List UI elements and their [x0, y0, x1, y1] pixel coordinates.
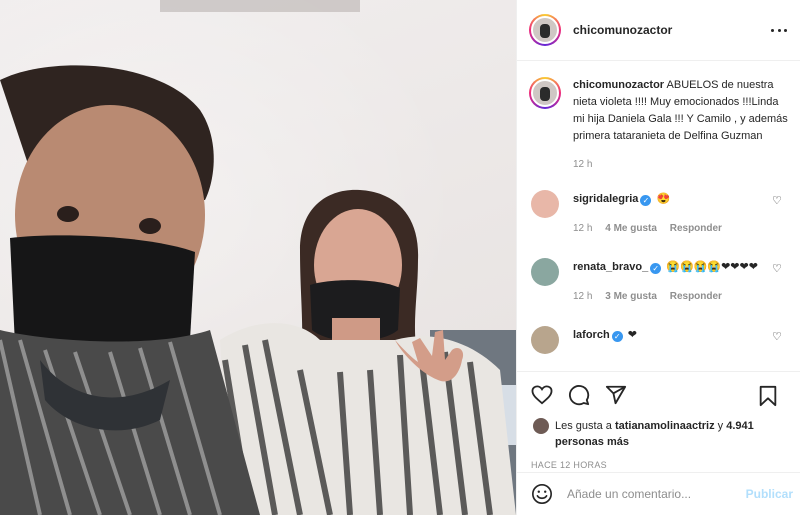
- comment-input[interactable]: Añade un comentario...: [567, 487, 691, 501]
- comment-heart-icon[interactable]: ♡: [772, 196, 783, 207]
- comment-username[interactable]: sigridalegria: [573, 193, 638, 205]
- post-details-panel: chicomunozactor chicomunozactor ABUELOS …: [516, 0, 800, 515]
- liker-avatar[interactable]: [533, 418, 549, 434]
- smiley-icon[interactable]: [531, 483, 553, 505]
- caption-timestamp[interactable]: 12 h: [573, 159, 789, 170]
- comment-time[interactable]: 12 h: [573, 223, 592, 234]
- comment-text: 😭😭😭😭❤❤❤❤: [666, 261, 758, 273]
- likes-summary: Les gusta a tatianamolinaactriz y 4.941 …: [517, 418, 800, 450]
- comment-avatar[interactable]: [531, 190, 559, 218]
- comment-avatar[interactable]: [531, 326, 559, 354]
- comment-heart-icon[interactable]: ♡: [772, 332, 783, 343]
- comment-likes[interactable]: 4 Me gusta: [605, 223, 657, 234]
- comment-time[interactable]: 12 h: [573, 291, 592, 302]
- comment-item: laforch ✓ ❤ ♡: [529, 326, 789, 354]
- author-avatar[interactable]: [529, 14, 561, 46]
- publish-button[interactable]: Publicar: [746, 487, 793, 501]
- bookmark-icon[interactable]: [758, 385, 778, 407]
- comment-text: 😍: [656, 193, 671, 205]
- liker-username[interactable]: tatianamolinaactriz: [615, 420, 715, 432]
- post-actions: Les gusta a tatianamolinaactriz y 4.941 …: [517, 371, 800, 470]
- comment-item: sigridalegria ✓ 😍 12 h 4 Me gusta Respond…: [529, 190, 789, 238]
- likes-prefix: Les gusta a: [555, 420, 615, 432]
- comments-section[interactable]: chicomunozactor ABUELOS de nuestra nieta…: [517, 61, 800, 371]
- more-horizontal-icon[interactable]: [771, 23, 787, 37]
- action-icons: [517, 372, 800, 418]
- comment-text: ❤: [627, 329, 637, 341]
- author-username[interactable]: chicomunozactor: [573, 23, 672, 37]
- comment-likes[interactable]: 3 Me gusta: [605, 291, 657, 302]
- caption-username[interactable]: chicomunozactor: [573, 79, 664, 91]
- man-eye-left: [57, 206, 79, 222]
- verified-badge-icon: ✓: [611, 331, 623, 342]
- post-timestamp[interactable]: HACE 12 HORAS: [517, 460, 800, 470]
- post-caption: chicomunozactor ABUELOS de nuestra nieta…: [529, 77, 789, 145]
- caption-avatar[interactable]: [529, 77, 561, 109]
- comment-item: renata_bravo_ ✓ 😭😭😭😭❤❤❤❤ 12 h 3 Me gusta …: [529, 258, 789, 306]
- likes-connector: y: [714, 420, 724, 432]
- heart-icon[interactable]: [531, 385, 553, 405]
- comment-heart-icon[interactable]: ♡: [772, 264, 783, 275]
- reply-button[interactable]: Responder: [670, 223, 722, 234]
- photo-people: [0, 65, 516, 515]
- comment-icon[interactable]: [568, 384, 590, 406]
- verified-badge-icon: ✓: [650, 263, 662, 274]
- man-eye-right: [139, 218, 161, 234]
- reply-button[interactable]: Responder: [670, 291, 722, 302]
- paper-plane-icon[interactable]: [605, 384, 627, 406]
- post-photo[interactable]: [0, 0, 516, 515]
- post-header: chicomunozactor: [517, 0, 800, 61]
- comment-username[interactable]: laforch: [573, 329, 610, 341]
- verified-badge-icon: ✓: [640, 195, 652, 206]
- comment-avatar[interactable]: [531, 258, 559, 286]
- add-comment-bar: Añade un comentario... Publicar: [517, 472, 800, 515]
- comment-username[interactable]: renata_bravo_: [573, 261, 648, 273]
